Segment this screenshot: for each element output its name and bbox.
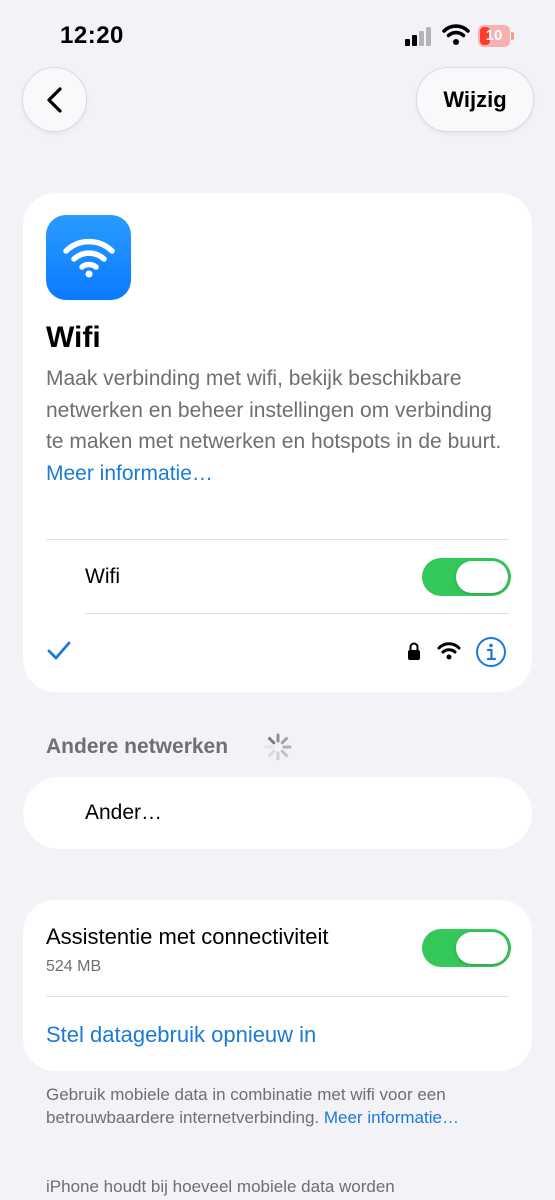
- other-network-row[interactable]: Ander…: [23, 777, 532, 849]
- wifi-card: Wifi Maak verbinding met wifi, bekijk be…: [23, 193, 532, 692]
- wifi-toggle-label: Wifi: [85, 565, 120, 588]
- connected-network-row[interactable]: [23, 614, 532, 692]
- toggle-knob: [456, 561, 508, 593]
- connectivity-assist-label: Assistentie met connectiviteit: [46, 924, 329, 949]
- more-info-link[interactable]: Meer informatie…: [46, 462, 213, 485]
- divider: [46, 996, 509, 997]
- edit-button[interactable]: Wijzig: [416, 67, 534, 132]
- other-networks-header: Andere netwerken: [46, 735, 229, 758]
- divider: [46, 539, 509, 540]
- wifi-description-text: Maak verbinding met wifi, bekijk beschik…: [46, 367, 502, 453]
- footer-description: Gebruik mobiele data in combinatie met w…: [46, 1083, 516, 1129]
- checkmark-icon: [47, 641, 71, 660]
- data-usage-value: 524 MB: [46, 958, 102, 975]
- wifi-status-icon: [442, 24, 470, 46]
- status-bar: 12:20 10: [0, 0, 555, 72]
- page-title: Wifi: [46, 321, 101, 354]
- reset-data-usage-link[interactable]: Stel datagebruik opnieuw in: [46, 1022, 316, 1048]
- lock-icon: [408, 642, 420, 660]
- wifi-signal-icon: [437, 642, 461, 660]
- battery-level: 10: [485, 27, 503, 44]
- toggle-knob: [456, 932, 508, 964]
- info-icon[interactable]: [475, 636, 507, 668]
- footer-more-info-link[interactable]: Meer informatie…: [324, 1108, 459, 1127]
- wifi-description: Maak verbinding met wifi, bekijk beschik…: [46, 363, 506, 489]
- chevron-left-icon: [46, 86, 62, 113]
- status-time: 12:20: [60, 22, 124, 49]
- footer-description-2: iPhone houdt bij hoeveel mobiele data wo…: [46, 1177, 395, 1196]
- connectivity-assist-card: Assistentie met connectiviteit 524 MB St…: [23, 900, 532, 1071]
- loading-spinner-icon: [264, 733, 292, 761]
- back-button[interactable]: [22, 67, 87, 132]
- connectivity-assist-toggle[interactable]: [422, 929, 511, 967]
- other-network-label: Ander…: [85, 801, 163, 824]
- wifi-toggle[interactable]: [422, 558, 511, 596]
- battery-icon: 10: [478, 25, 516, 47]
- cellular-signal-icon: [405, 26, 433, 46]
- wifi-app-icon: [46, 215, 131, 300]
